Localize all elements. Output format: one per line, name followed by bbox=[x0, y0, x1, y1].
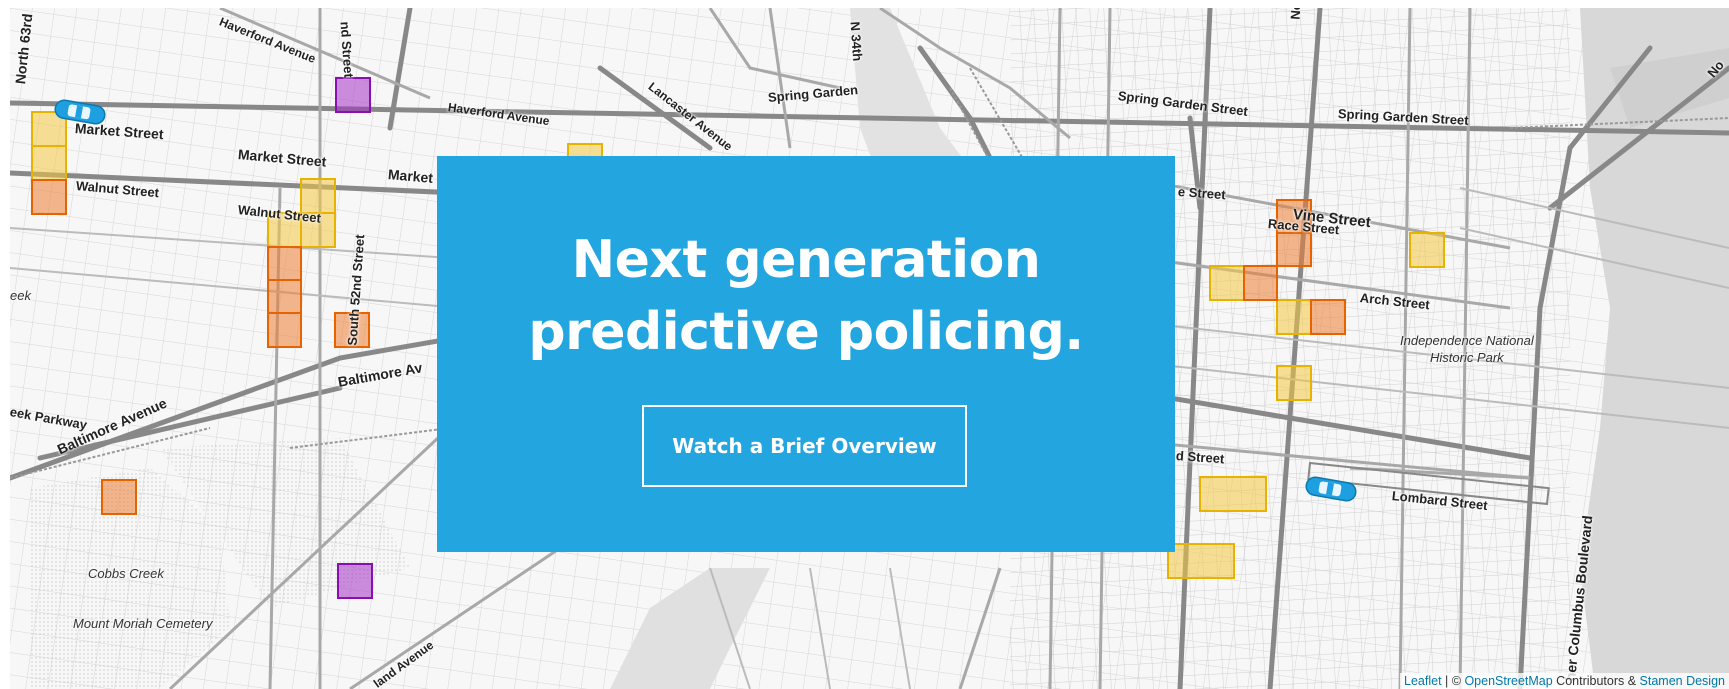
attribution-contributors: Contributors & bbox=[1552, 674, 1640, 688]
label-cobbs-creek: Cobbs Creek bbox=[88, 566, 164, 581]
osm-link[interactable]: OpenStreetMap bbox=[1464, 674, 1552, 688]
label-n-34th: N 34th bbox=[847, 20, 866, 62]
hero-title-line-1: Next generation bbox=[571, 230, 1041, 290]
stamen-link[interactable]: Stamen Design bbox=[1640, 674, 1725, 688]
label-eek: eek bbox=[10, 288, 31, 303]
label-nor: Nor bbox=[1287, 8, 1305, 21]
watch-overview-button[interactable]: Watch a Brief Overview bbox=[642, 405, 967, 487]
hero-title: Next generation predictive policing. bbox=[437, 224, 1175, 368]
hero-panel: Next generation predictive policing. Wat… bbox=[437, 156, 1175, 552]
label-independence-1: Independence National bbox=[1400, 333, 1534, 348]
label-independence-2: Historic Park bbox=[1430, 350, 1504, 365]
map-attribution: Leaflet | © OpenStreetMap Contributors &… bbox=[1400, 673, 1729, 689]
label-mount-moriah: Mount Moriah Cemetery bbox=[73, 616, 213, 631]
hero-title-line-2: predictive policing. bbox=[528, 302, 1084, 362]
attribution-separator: | © bbox=[1441, 674, 1465, 688]
leaflet-link[interactable]: Leaflet bbox=[1404, 674, 1442, 688]
